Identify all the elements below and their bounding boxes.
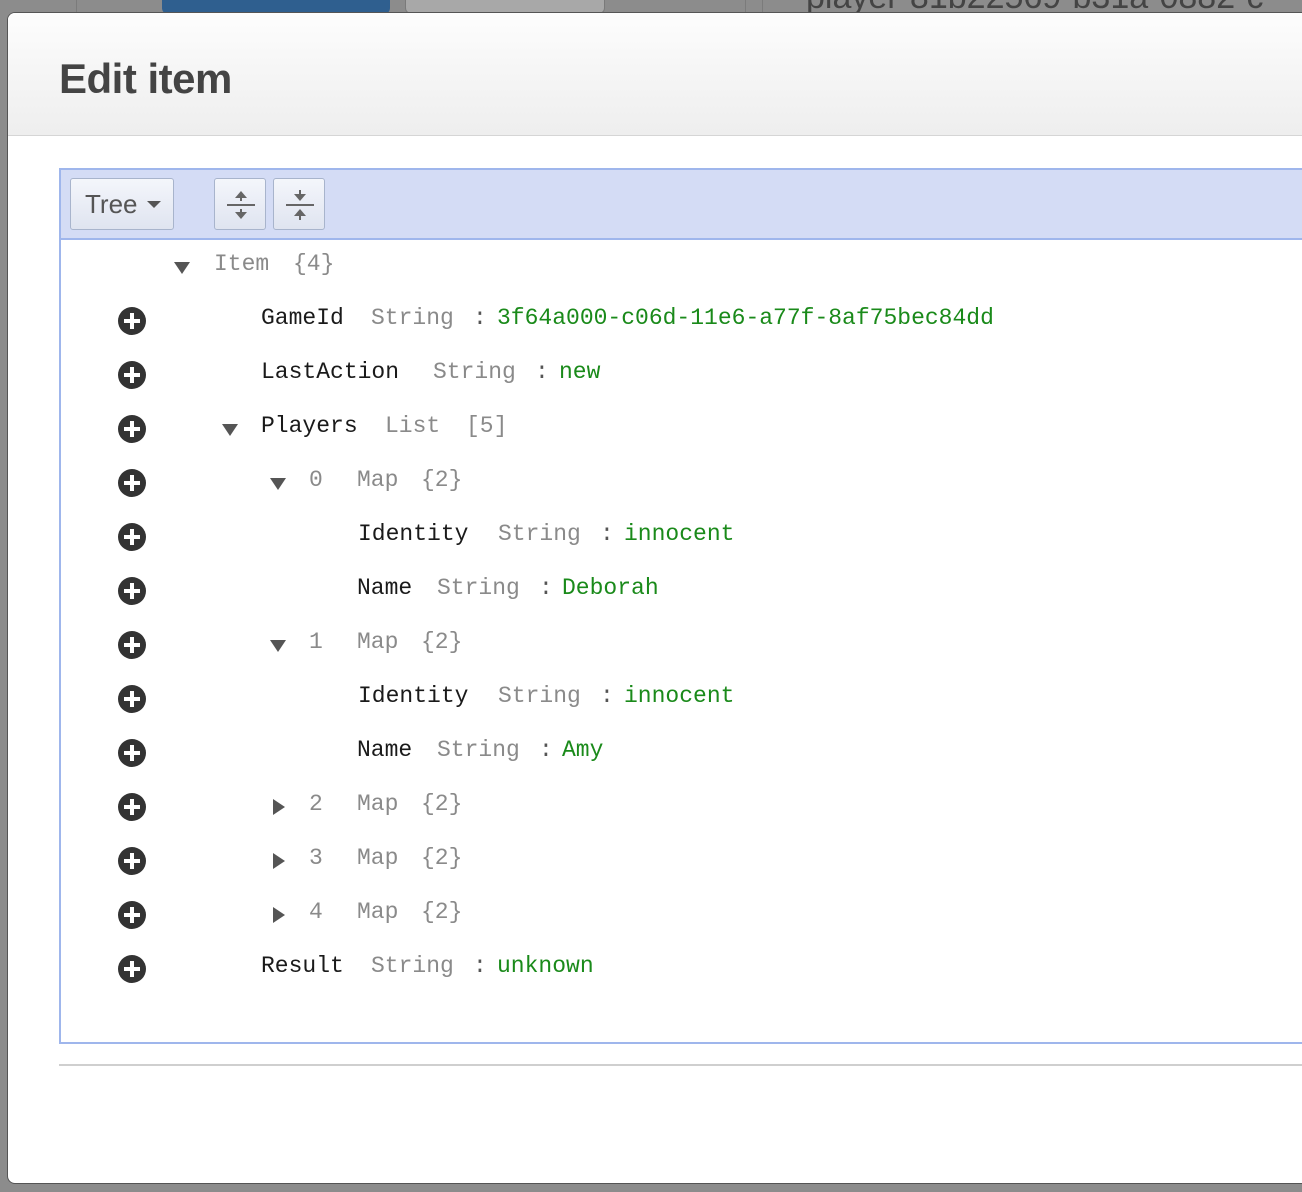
field-value[interactable]: Deborah (562, 575, 659, 601)
add-plus-circle-icon[interactable] (117, 846, 147, 876)
add-plus-circle-icon[interactable] (117, 468, 147, 498)
field-type[interactable]: String (498, 521, 581, 547)
field-name[interactable]: Identity (358, 683, 468, 709)
tree-row: Identity String : innocent (61, 672, 1302, 726)
field-separator: : (539, 575, 553, 601)
field-type[interactable]: Map (357, 629, 398, 655)
field-value[interactable]: innocent (624, 521, 734, 547)
field-type[interactable]: Map (357, 791, 398, 817)
add-plus-circle-icon[interactable] (117, 576, 147, 606)
field-separator: : (473, 953, 487, 979)
field-count: {2} (421, 467, 463, 493)
field-type[interactable]: String (371, 953, 454, 979)
collapse-arrow-icon[interactable] (219, 418, 241, 440)
field-type[interactable]: String (371, 305, 454, 331)
field-type[interactable]: String (433, 359, 516, 385)
root-label: Item (214, 251, 270, 277)
expand-arrow-icon[interactable] (267, 796, 289, 818)
field-type[interactable]: List (385, 413, 440, 439)
field-type[interactable]: Map (357, 845, 398, 871)
field-separator: : (473, 305, 487, 331)
tree-row: 0 Map {2} (61, 456, 1302, 510)
list-index: 3 (309, 845, 323, 871)
field-separator: : (600, 683, 614, 709)
field-value[interactable]: unknown (497, 953, 594, 979)
collapse-all-icon (286, 190, 314, 220)
field-count: {2} (421, 791, 463, 817)
field-name[interactable]: Name (357, 575, 412, 601)
collapse-all-button[interactable] (273, 178, 325, 230)
mode-label: Tree (85, 188, 138, 219)
field-count: [5] (466, 413, 508, 439)
field-value[interactable]: new (559, 359, 600, 385)
field-value[interactable]: innocent (624, 683, 734, 709)
field-type[interactable]: String (498, 683, 581, 709)
list-index: 4 (309, 899, 323, 925)
modal-title: Edit item (59, 55, 232, 102)
editor-menu: Tree (61, 170, 1302, 240)
tree-row: 2 Map {2} (61, 780, 1302, 834)
root-count: {4} (293, 251, 335, 277)
field-value[interactable]: 3f64a000-c06d-11e6-a77f-8af75bec84dd (497, 305, 994, 331)
field-count: {2} (421, 899, 463, 925)
field-name[interactable]: Name (357, 737, 412, 763)
tree-row: Identity String : innocent (61, 510, 1302, 564)
tree-row: 3 Map {2} (61, 834, 1302, 888)
mode-dropdown-button[interactable]: Tree (70, 178, 174, 230)
field-name[interactable]: LastAction (261, 359, 399, 385)
add-plus-circle-icon[interactable] (117, 360, 147, 390)
modal-footer-divider (59, 1064, 1302, 1066)
tree-row: 1 Map {2} (61, 618, 1302, 672)
caret-down-icon (146, 200, 161, 208)
add-plus-circle-icon[interactable] (117, 522, 147, 552)
json-editor: Tree Item {4} GameId String: 3f64a000-c… (59, 168, 1302, 1044)
edit-item-modal: Edit item Tree Item {4} GameId String: … (7, 12, 1302, 1184)
add-plus-circle-icon[interactable] (117, 900, 147, 930)
modal-header: Edit item (8, 13, 1302, 136)
field-count: {2} (421, 629, 463, 655)
tree-row: LastAction String : new (61, 348, 1302, 402)
tree-row: Name String : Amy (61, 726, 1302, 780)
field-separator: : (600, 521, 614, 547)
add-plus-circle-icon[interactable] (117, 306, 147, 336)
tree-row-root: Item {4} (61, 240, 1302, 294)
add-plus-circle-icon[interactable] (117, 630, 147, 660)
list-index: 0 (309, 467, 323, 493)
collapse-arrow-icon[interactable] (267, 472, 289, 494)
field-value[interactable]: Amy (562, 737, 603, 763)
field-name[interactable]: Identity (358, 521, 468, 547)
field-name[interactable]: Result (261, 953, 344, 979)
field-name[interactable]: GameId (261, 305, 344, 331)
list-index: 1 (309, 629, 323, 655)
field-type[interactable]: String (437, 575, 520, 601)
collapse-arrow-icon[interactable] (171, 256, 193, 278)
add-plus-circle-icon[interactable] (117, 792, 147, 822)
field-separator: : (539, 737, 553, 763)
add-plus-circle-icon[interactable] (117, 414, 147, 444)
expand-arrow-icon[interactable] (267, 904, 289, 926)
field-type[interactable]: Map (357, 467, 398, 493)
expand-all-icon (227, 191, 255, 219)
field-type[interactable]: Map (357, 899, 398, 925)
field-count: {2} (421, 845, 463, 871)
expand-arrow-icon[interactable] (267, 850, 289, 872)
tree-row: Result String : unknown (61, 942, 1302, 996)
collapse-arrow-icon[interactable] (267, 634, 289, 656)
tree-row: Name String : Deborah (61, 564, 1302, 618)
list-index: 2 (309, 791, 323, 817)
tree-row: Players List [5] (61, 402, 1302, 456)
field-name[interactable]: Players (261, 413, 358, 439)
tree-row: GameId String : 3f64a000-c06d-11e6-a77f-… (61, 294, 1302, 348)
add-plus-circle-icon[interactable] (117, 954, 147, 984)
tree-row: 4 Map {2} (61, 888, 1302, 942)
add-plus-circle-icon[interactable] (117, 684, 147, 714)
expand-all-button[interactable] (214, 178, 266, 230)
field-type[interactable]: String (437, 737, 520, 763)
field-separator: : (535, 359, 549, 385)
add-plus-circle-icon[interactable] (117, 738, 147, 768)
